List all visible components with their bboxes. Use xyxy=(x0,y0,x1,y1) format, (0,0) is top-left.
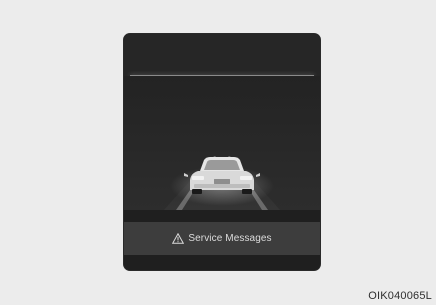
cluster-top-bar xyxy=(124,34,320,76)
road-graphic xyxy=(124,76,320,210)
cluster-bottom-bar xyxy=(124,255,320,270)
service-message-bar: Service Messages xyxy=(124,222,320,255)
warning-triangle-icon xyxy=(172,233,185,244)
service-message-text: Service Messages xyxy=(188,233,272,244)
cluster-display: Service Messages xyxy=(124,34,320,270)
road-view xyxy=(124,76,320,210)
figure-code: OIK040065L xyxy=(368,290,432,302)
